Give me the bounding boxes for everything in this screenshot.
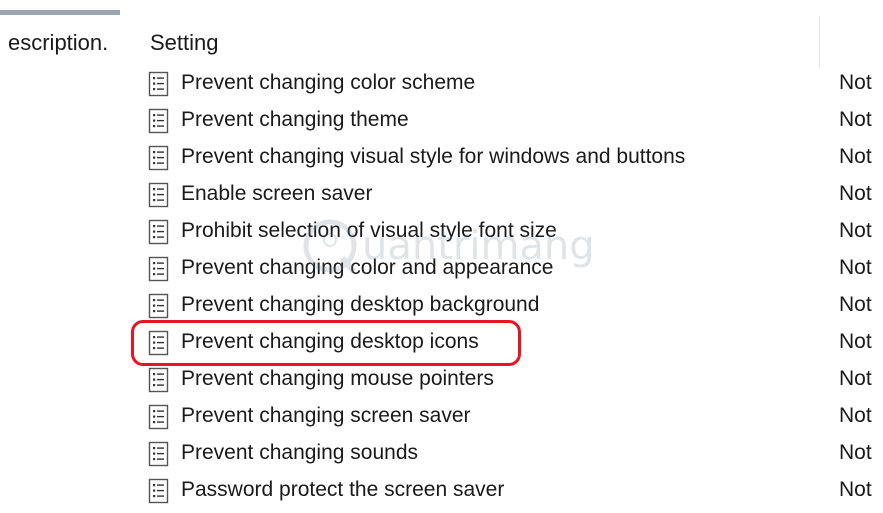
watermark-text: uantrimang [362, 223, 595, 269]
policy-state: Not [839, 145, 872, 168]
policy-setting-icon [148, 71, 169, 97]
policy-state: Not [839, 182, 872, 205]
policy-state: Not [839, 219, 872, 242]
policy-state: Not [839, 478, 872, 501]
quantrimang-logo-icon [303, 219, 357, 274]
column-divider[interactable] [819, 16, 820, 68]
policy-label: Prevent changing screen saver [181, 404, 471, 427]
column-header-description[interactable]: escription. [8, 30, 108, 56]
policy-row[interactable]: Prevent changing visual style for window… [0, 139, 883, 176]
policy-setting-icon [148, 108, 169, 134]
column-header-setting[interactable]: Setting [150, 30, 219, 56]
policy-label: Enable screen saver [181, 182, 373, 205]
policy-setting-icon [148, 441, 169, 467]
policy-label: Prevent changing desktop background [181, 293, 540, 316]
policy-setting-icon [148, 367, 169, 393]
policy-row[interactable]: Prevent changing sounds Not [0, 435, 883, 472]
policy-row[interactable]: Prevent changing theme Not [0, 102, 883, 139]
policy-setting-icon [148, 182, 169, 208]
policy-state: Not [839, 71, 872, 94]
policy-state: Not [839, 404, 872, 427]
policy-setting-icon [148, 219, 169, 245]
policy-state: Not [839, 256, 872, 279]
policy-state: Not [839, 367, 872, 390]
policy-row[interactable]: Prevent changing screen saver Not [0, 398, 883, 435]
watermark: uantrimang [300, 212, 650, 282]
policy-row[interactable]: Prevent changing mouse pointers Not [0, 361, 883, 398]
policy-state: Not [839, 330, 872, 353]
policy-label: Prevent changing sounds [181, 441, 418, 464]
policy-row[interactable]: Prevent changing color scheme Not [0, 65, 883, 102]
policy-setting-icon [148, 404, 169, 430]
highlight-annotation [131, 320, 521, 366]
policy-row[interactable]: Password protect the screen saver Not [0, 472, 883, 509]
policy-setting-icon [148, 145, 169, 171]
top-border-line [0, 10, 120, 15]
policy-label: Prevent changing mouse pointers [181, 367, 494, 390]
policy-label: Prevent changing color scheme [181, 71, 476, 94]
policy-label: Prevent changing theme [181, 108, 409, 131]
policy-setting-icon [148, 256, 169, 282]
policy-list: Prevent changing color scheme Not Preven… [0, 65, 883, 509]
policy-row[interactable]: Prevent changing desktop background Not [0, 287, 883, 324]
policy-setting-icon [148, 293, 169, 319]
policy-state: Not [839, 108, 872, 131]
policy-label: Password protect the screen saver [181, 478, 505, 501]
policy-row[interactable]: Enable screen saver Not [0, 176, 883, 213]
policy-setting-icon [148, 478, 169, 504]
policy-label: Prevent changing visual style for window… [181, 145, 686, 168]
policy-state: Not [839, 441, 872, 464]
policy-state: Not [839, 293, 872, 316]
